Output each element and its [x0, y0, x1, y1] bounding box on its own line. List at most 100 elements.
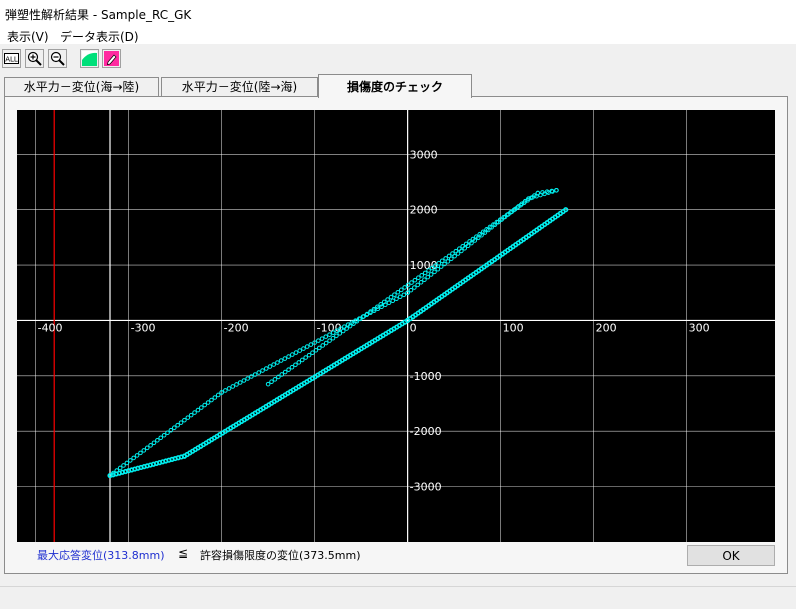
data-point	[334, 333, 339, 339]
data-point	[275, 360, 280, 365]
all-icon: ALL	[4, 53, 19, 64]
data-point	[402, 285, 407, 290]
data-point	[418, 280, 424, 285]
data-point	[409, 280, 414, 285]
data-point	[282, 369, 288, 375]
data-point	[412, 277, 418, 283]
data-point	[296, 360, 302, 365]
data-point	[439, 258, 445, 264]
data-point	[390, 298, 396, 304]
data-point	[230, 384, 236, 389]
data-point	[249, 374, 254, 379]
data-point	[385, 297, 390, 302]
data-point	[419, 273, 425, 278]
data-point	[134, 453, 140, 458]
zoom-out-button[interactable]	[48, 49, 67, 68]
data-point	[278, 358, 284, 363]
data-point	[234, 382, 239, 387]
data-point	[297, 348, 303, 353]
data-point	[205, 400, 211, 405]
data-point	[286, 354, 291, 359]
tab-sea-to-land[interactable]: 水平力－変位(海→陸)	[4, 77, 159, 96]
data-point	[144, 445, 150, 451]
data-point	[304, 344, 310, 349]
data-point	[141, 448, 147, 453]
data-point	[401, 292, 407, 298]
data-point	[202, 402, 208, 408]
x-tick-label: -400	[38, 321, 63, 334]
data-point	[330, 335, 336, 341]
comparison-symbol: ≦	[178, 546, 189, 560]
data-point	[161, 432, 167, 438]
y-tick-label: 2000	[410, 204, 438, 217]
data-point	[394, 296, 399, 302]
tab-strip: 水平力－変位(海→陸) 水平力－変位(陸→海) 損傷度のチェック	[0, 74, 796, 98]
damage-check-plot: -400 -300 -200 -100 0 100 200 300 -3000 -2000 -100…	[17, 110, 775, 542]
data-point	[323, 334, 329, 339]
all-button[interactable]: ALL	[2, 49, 21, 68]
data-point	[185, 415, 191, 420]
result-row: 最大応答変位(313.8mm) ≦ 許容損傷限度の変位(373.5mm) OK	[0, 543, 796, 571]
data-point	[446, 253, 452, 259]
data-point	[267, 364, 273, 369]
data-point	[303, 355, 308, 360]
data-point	[212, 395, 218, 400]
data-point	[397, 294, 403, 300]
menu-view[interactable]: 表示(V)	[7, 28, 49, 45]
data-point	[340, 328, 346, 334]
data-point	[293, 350, 299, 355]
zoom-in-button[interactable]	[25, 49, 44, 68]
data-point	[408, 287, 414, 293]
data-point	[301, 346, 306, 351]
data-point	[308, 342, 314, 347]
window-title: 弾塑性解析結果 - Sample_RC_GK	[5, 8, 192, 22]
data-point	[425, 274, 431, 280]
data-point	[453, 248, 459, 254]
damage-chart-svg: -400 -300 -200 -100 0 100 200 300-3000-2000-100…	[17, 110, 775, 542]
data-point	[306, 352, 312, 358]
data-point	[422, 277, 427, 282]
data-point	[443, 256, 448, 261]
x-tick-label: -300	[131, 321, 156, 334]
graph-color-button[interactable]	[80, 49, 99, 68]
data-point	[237, 380, 243, 385]
toolbar: ALL	[0, 45, 796, 73]
data-point	[188, 412, 194, 418]
tab-damage-check[interactable]: 損傷度のチェック	[318, 74, 472, 98]
status-bar	[0, 586, 796, 609]
svg-text:ALL: ALL	[5, 56, 18, 64]
data-point	[226, 386, 232, 391]
data-point	[241, 378, 247, 383]
menu-bar: 表示(V) データ表示(D)	[0, 26, 796, 44]
data-point	[263, 366, 269, 371]
data-point	[289, 352, 295, 357]
data-point	[223, 388, 228, 393]
y-tick-label: 3000	[410, 148, 438, 161]
tab-land-to-sea[interactable]: 水平力－変位(陸→海)	[161, 77, 318, 96]
pen-color-icon	[104, 51, 119, 66]
data-point	[178, 420, 184, 425]
data-point	[124, 460, 130, 466]
data-point	[117, 465, 123, 471]
y-tick-label: -3000	[410, 481, 442, 494]
data-point	[554, 188, 559, 193]
title-bar: 弾塑性解析結果 - Sample_RC_GK	[0, 0, 796, 26]
menu-data-display[interactable]: データ表示(D)	[60, 28, 139, 45]
data-point	[293, 362, 298, 368]
data-point	[282, 356, 288, 361]
data-point	[260, 368, 265, 373]
data-point	[286, 367, 291, 372]
data-point	[319, 336, 325, 341]
graph-color-icon	[82, 51, 97, 66]
data-point	[535, 190, 541, 196]
data-point	[121, 463, 126, 468]
ok-button[interactable]: OK	[687, 545, 775, 566]
data-point	[171, 425, 177, 431]
data-point	[199, 405, 204, 410]
max-response-label: 最大応答変位(313.8mm)	[37, 549, 165, 562]
y-tick-label: -2000	[410, 425, 442, 438]
data-point	[395, 289, 401, 295]
data-point	[392, 292, 397, 297]
pen-color-button[interactable]	[102, 49, 121, 68]
data-point	[215, 392, 221, 398]
